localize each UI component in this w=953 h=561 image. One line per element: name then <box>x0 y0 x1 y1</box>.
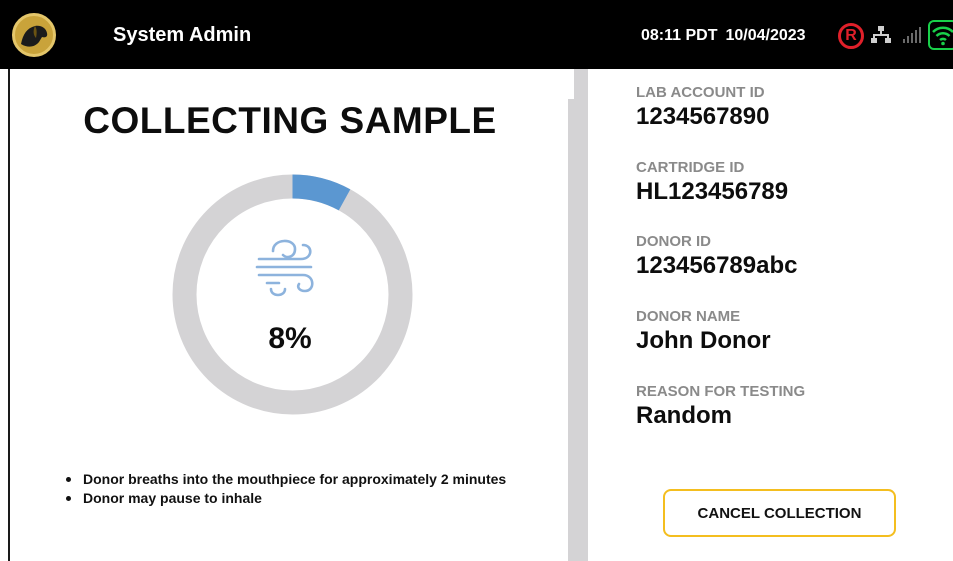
signal-icon <box>903 27 921 43</box>
instruction-item: Donor breaths into the mouthpiece for ap… <box>66 471 506 487</box>
progress-fill <box>292 174 351 211</box>
donor-id-label: DONOR ID <box>636 233 711 250</box>
page-title: COLLECTING SAMPLE <box>83 100 497 141</box>
lab-account-label: LAB ACCOUNT ID <box>636 84 765 101</box>
cartridge-value: HL123456789 <box>636 178 789 205</box>
progress-percent: 8% <box>268 322 312 355</box>
reason-section: REASON FOR TESTING Random <box>636 383 805 430</box>
divider-notch <box>568 69 574 99</box>
app-title: System Admin <box>113 24 252 46</box>
lab-account-section: LAB ACCOUNT ID 1234567890 <box>636 84 769 131</box>
wifi-icon <box>928 20 953 50</box>
donor-name-label: DONOR NAME <box>636 308 741 325</box>
reason-label: REASON FOR TESTING <box>636 383 806 400</box>
donor-name-value: John Donor <box>636 327 771 354</box>
cancel-collection-button[interactable]: CANCEL COLLECTION <box>663 489 896 537</box>
cartridge-section: CARTRIDGE ID HL123456789 <box>636 159 788 206</box>
instruction-item: Donor may pause to inhale <box>66 490 506 506</box>
network-icon <box>871 26 891 43</box>
cartridge-label: CARTRIDGE ID <box>636 159 745 176</box>
time-text: 08:11 PDT <box>641 27 718 44</box>
registered-icon: R <box>838 23 864 49</box>
clock: 08:11 PDT 10/04/2023 <box>641 27 814 45</box>
instruction-list: Donor breaths into the mouthpiece for ap… <box>66 471 506 509</box>
reason-value: Random <box>636 402 732 429</box>
donor-id-section: DONOR ID 123456789abc <box>636 233 797 280</box>
wind-icon <box>255 239 314 297</box>
panel-divider <box>568 69 588 561</box>
donor-name-section: DONOR NAME John Donor <box>636 308 771 355</box>
donor-id-value: 123456789abc <box>636 252 798 279</box>
top-bar: System Admin 08:11 PDT 10/04/2023 R <box>0 0 953 69</box>
left-edge-line <box>8 69 10 561</box>
date-text: 10/04/2023 <box>725 27 806 44</box>
dog-logo-icon <box>12 13 56 57</box>
lab-account-value: 1234567890 <box>636 103 770 130</box>
